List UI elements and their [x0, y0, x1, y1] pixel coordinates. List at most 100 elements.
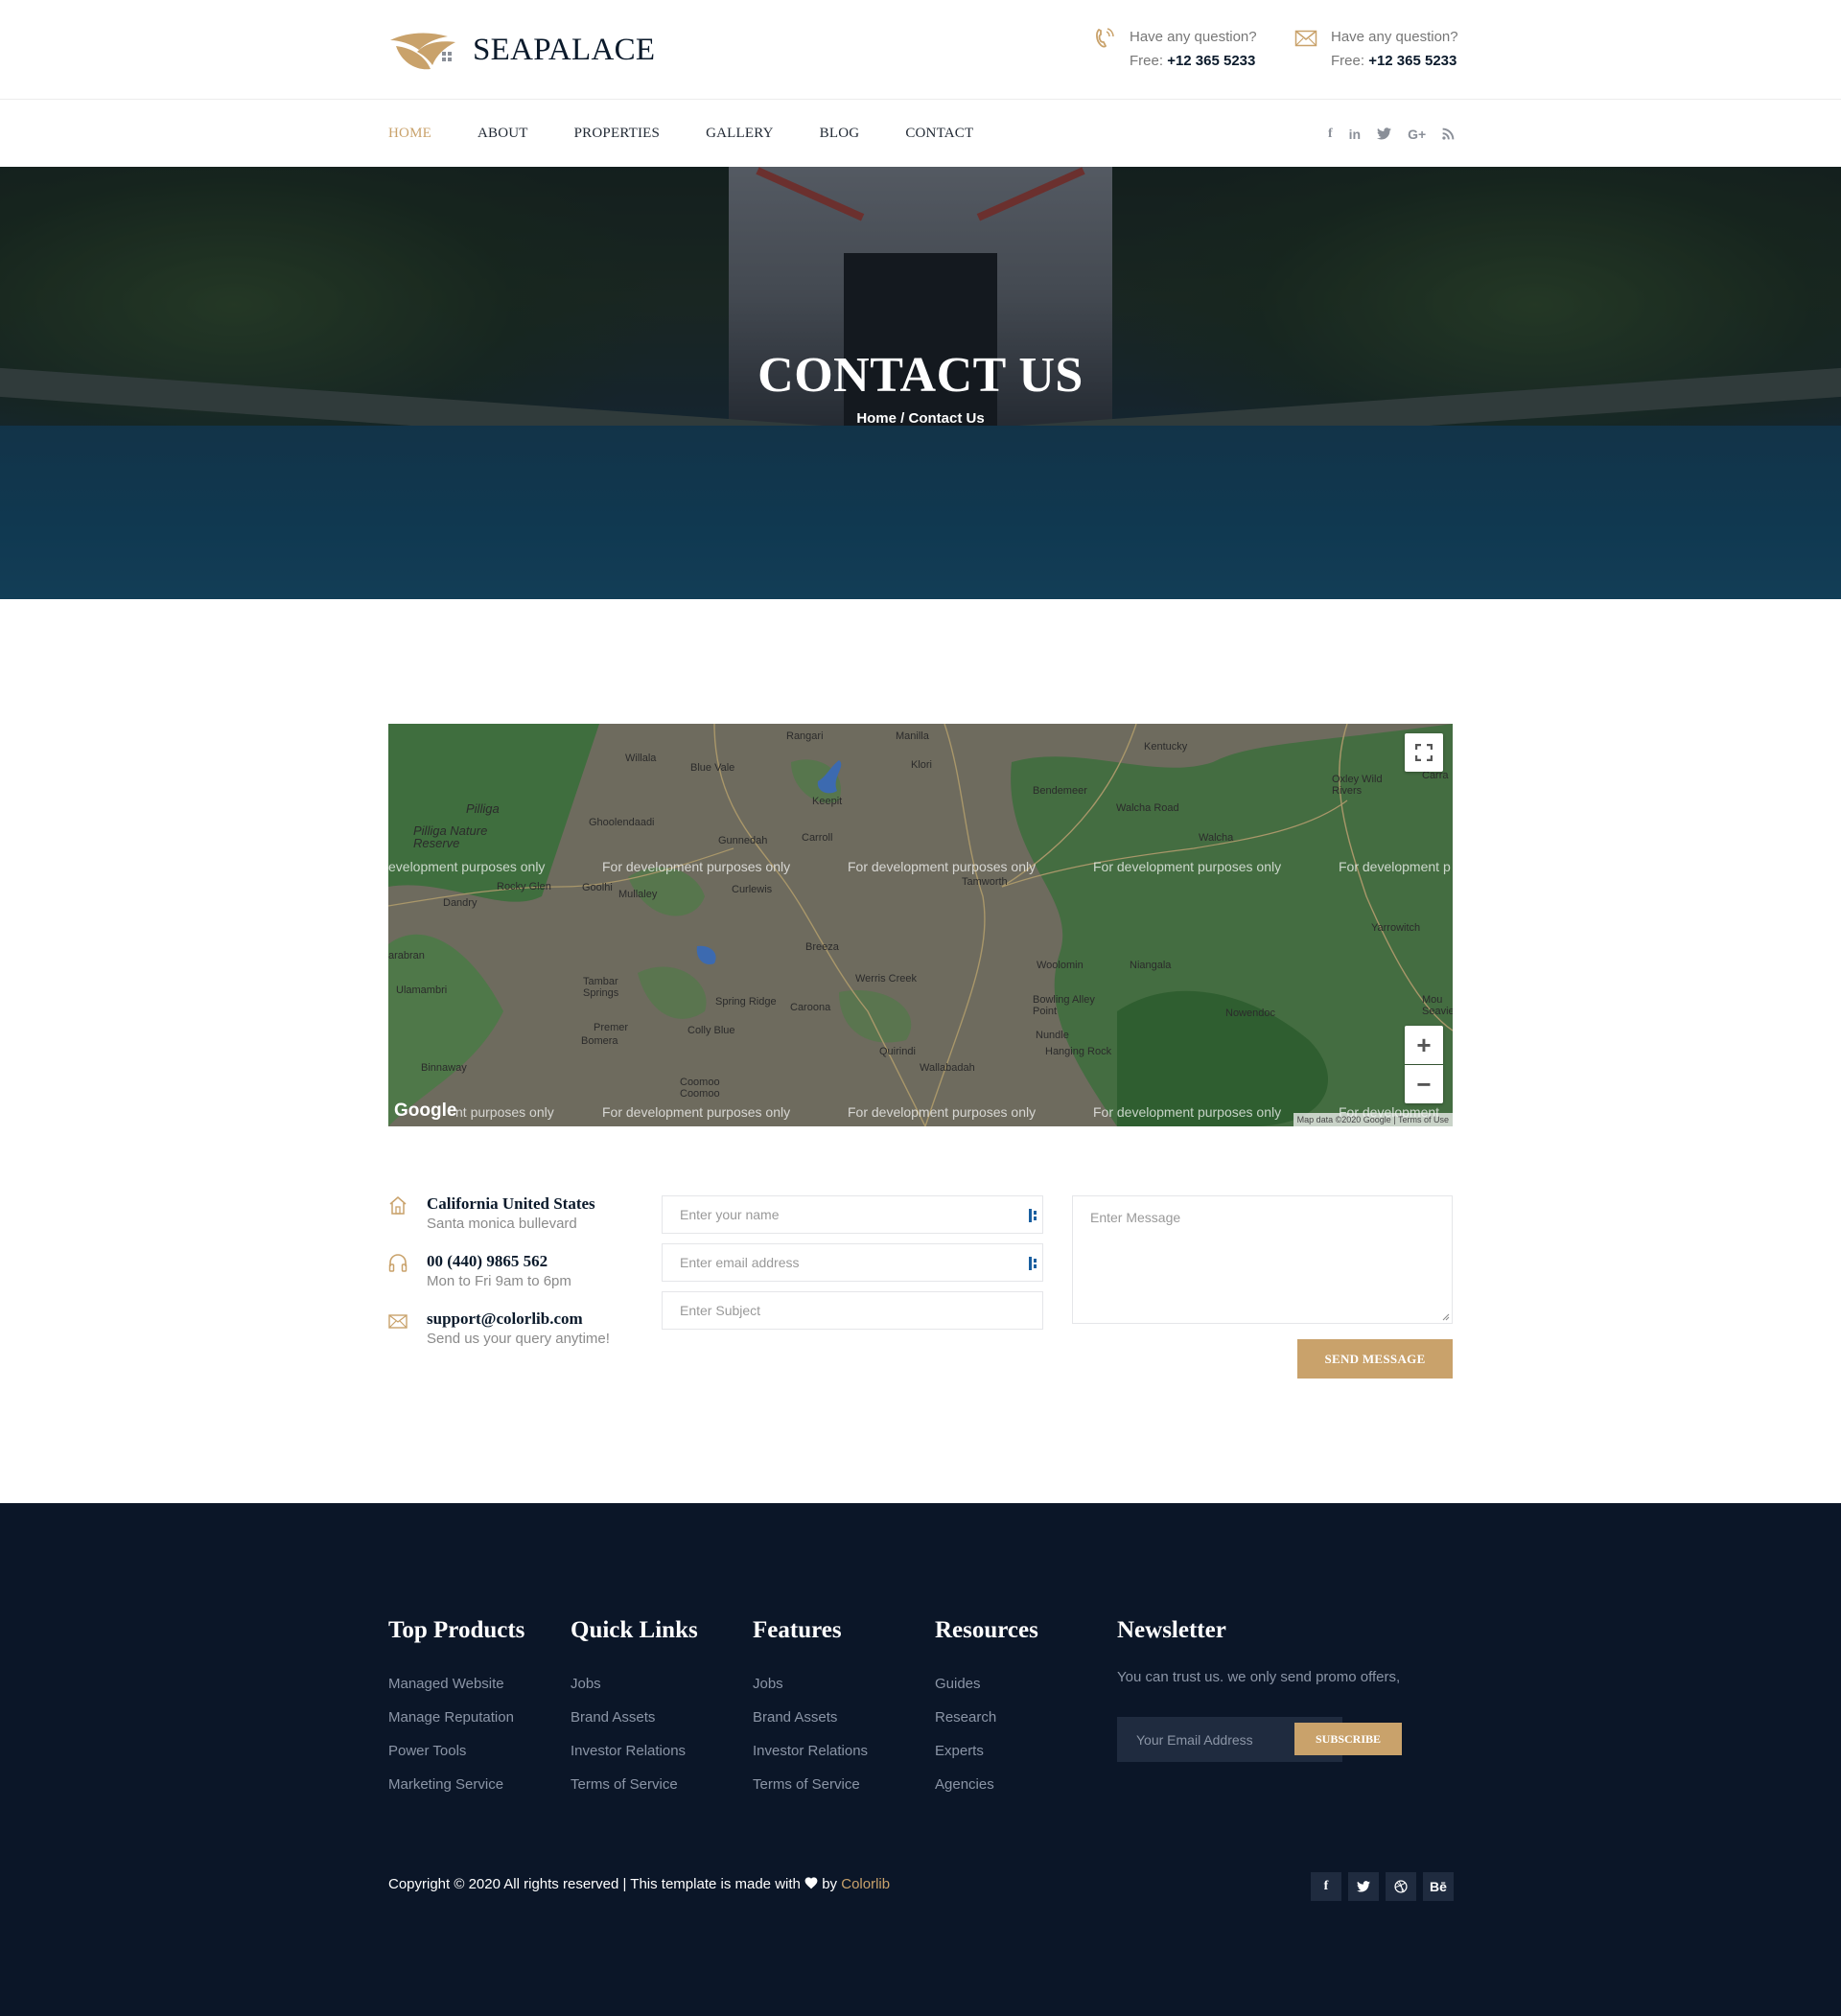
map-place-label: Kentucky	[1144, 741, 1188, 753]
map-place-label: Rangari	[786, 730, 824, 742]
footer-column-title: Newsletter	[1117, 1617, 1226, 1643]
nav-item-blog[interactable]: BLOG	[820, 126, 860, 142]
map-watermark: For development purposes only	[848, 859, 1037, 874]
map-place-label: Colly Blue	[687, 1025, 735, 1036]
facebook-icon: f	[1323, 1879, 1329, 1893]
linkedin-icon[interactable]: in	[1349, 127, 1361, 142]
google-plus-icon[interactable]: G+	[1408, 127, 1426, 142]
footer-link[interactable]: Experts	[935, 1734, 1038, 1768]
map-place-label: Ulamambri	[396, 985, 448, 996]
google-logo[interactable]: Google	[394, 1101, 456, 1122]
header-contact-number[interactable]: +12 365 5233	[1167, 53, 1255, 69]
contact-info-phone: 00 (440) 9865 562 Mon to Fri 9am to 6pm	[388, 1251, 571, 1291]
footer-link[interactable]: Manage Reputation	[388, 1701, 524, 1734]
footer-link[interactable]: Jobs	[571, 1667, 698, 1701]
name-input[interactable]: Enter your name	[662, 1195, 1043, 1234]
nav-item-properties[interactable]: PROPERTIES	[574, 126, 660, 142]
footer-column-title: Top Products	[388, 1617, 525, 1643]
map-place-label: Bowling Alley Point	[1033, 994, 1095, 1017]
newsletter-email-input[interactable]: Your Email Address	[1136, 1717, 1253, 1762]
footer-column-features: Features Jobs Brand Assets Investor Rela…	[753, 1617, 868, 1801]
map-place-label: Mullaley	[618, 889, 658, 900]
breadcrumb[interactable]: Home / Contact Us	[0, 410, 1841, 427]
nav-item-gallery[interactable]: GALLERY	[706, 126, 774, 142]
twitter-icon	[1357, 1881, 1370, 1892]
logo-text: SEAPALACE	[473, 32, 656, 67]
nav-item-contact[interactable]: CONTACT	[905, 126, 973, 142]
map-place-label: Bendemeer	[1033, 785, 1087, 797]
footer-link[interactable]: Research	[935, 1701, 1038, 1734]
autofill-key-icon[interactable]	[1029, 1209, 1038, 1222]
contact-info-sub: Send us your query anytime!	[427, 1331, 610, 1347]
top-header: SEAPALACE Have any question? Free: +12 3…	[0, 0, 1841, 100]
footer-link[interactable]: Brand Assets	[571, 1701, 698, 1734]
footer-link[interactable]: Investor Relations	[753, 1734, 868, 1768]
footer-behance-button[interactable]: Bē	[1423, 1872, 1454, 1901]
message-textarea[interactable]: Enter Message	[1072, 1195, 1453, 1324]
subscribe-button[interactable]: SUBSCRIBE	[1294, 1723, 1402, 1755]
colorlib-link[interactable]: Colorlib	[841, 1876, 890, 1892]
email-input[interactable]: Enter email address	[662, 1243, 1043, 1282]
subject-input[interactable]: Enter Subject	[662, 1291, 1043, 1330]
map-place-label: Yarrowitch	[1371, 922, 1421, 934]
map-place-label: arabran	[388, 950, 425, 962]
footer-link[interactable]: Jobs	[753, 1667, 868, 1701]
footer-link[interactable]: Brand Assets	[753, 1701, 868, 1734]
facebook-icon[interactable]: f	[1328, 127, 1333, 142]
footer-dribbble-button[interactable]	[1386, 1872, 1416, 1901]
nav-item-about[interactable]: ABOUT	[478, 126, 528, 142]
map-attribution[interactable]: Map data ©2020 Google | Terms of Use	[1293, 1113, 1453, 1126]
resize-grip-icon[interactable]	[1440, 1311, 1450, 1321]
map-place-label: Caroona	[790, 1002, 831, 1013]
map-zoom-out-button[interactable]: −	[1405, 1065, 1443, 1103]
footer-link[interactable]: Marketing Service	[388, 1768, 524, 1801]
footer-link[interactable]: Terms of Service	[571, 1768, 698, 1801]
contact-info-title[interactable]: 00 (440) 9865 562	[427, 1251, 571, 1272]
map-fullscreen-button[interactable]	[1405, 733, 1443, 772]
subject-input-placeholder: Enter Subject	[680, 1303, 761, 1318]
contact-info-address: California United States Santa monica bu…	[388, 1193, 595, 1234]
behance-icon: Bē	[1430, 1879, 1447, 1894]
autofill-key-icon[interactable]	[1029, 1257, 1038, 1270]
name-input-placeholder: Enter your name	[680, 1207, 780, 1222]
footer-facebook-button[interactable]: f	[1311, 1872, 1341, 1901]
header-contact-number[interactable]: +12 365 5233	[1368, 53, 1456, 69]
map-place-label: Pilliga	[466, 801, 500, 816]
google-map[interactable]: evelopment purposes only For development…	[388, 724, 1453, 1126]
fullscreen-icon	[1415, 744, 1433, 761]
map-watermark: For development purposes only	[602, 1104, 791, 1120]
header-contact-free-label: Free:	[1331, 53, 1365, 69]
nav-item-home[interactable]: HOME	[388, 126, 431, 142]
send-message-button[interactable]: SEND MESSAGE	[1297, 1339, 1453, 1379]
map-place-label: Manilla	[896, 730, 929, 742]
map-place-label: Ghoolendaadi	[589, 817, 655, 828]
nav-links: HOME ABOUT PROPERTIES GALLERY BLOG CONTA…	[388, 101, 1019, 167]
headphones-icon	[388, 1254, 408, 1272]
footer-column-title: Quick Links	[571, 1617, 698, 1643]
contact-info-title[interactable]: support@colorlib.com	[427, 1309, 610, 1330]
footer-link[interactable]: Terms of Service	[753, 1768, 868, 1801]
map-place-label: Tambar Springs	[583, 976, 619, 999]
map-place-label: Binnaway	[421, 1062, 467, 1074]
footer-link[interactable]: Power Tools	[388, 1734, 524, 1768]
map-watermark: For development purposes only	[1093, 1104, 1282, 1120]
footer-link[interactable]: Investor Relations	[571, 1734, 698, 1768]
map-zoom-in-button[interactable]: +	[1405, 1026, 1443, 1064]
map-place-label: Dandry	[443, 897, 478, 909]
footer-link[interactable]: Managed Website	[388, 1667, 524, 1701]
site-logo[interactable]: SEAPALACE	[388, 27, 655, 73]
map-place-label: Walcha	[1199, 832, 1234, 844]
map-place-label: Keepit	[812, 796, 843, 807]
map-watermark: evelopment purposes only	[388, 859, 546, 874]
copyright-text: Copyright © 2020 All rights reserved | T…	[388, 1876, 801, 1892]
twitter-icon[interactable]	[1377, 127, 1392, 140]
newsletter-text: You can trust us. we only send promo off…	[1117, 1669, 1401, 1685]
map-place-label: Carroll	[802, 832, 833, 844]
footer-twitter-button[interactable]	[1348, 1872, 1379, 1901]
map-place-label: Nundle	[1036, 1030, 1069, 1041]
nav-social: f in G+	[1328, 101, 1455, 167]
map-place-label: Rocky Glen	[497, 881, 551, 892]
footer-link[interactable]: Guides	[935, 1667, 1038, 1701]
rss-icon[interactable]	[1442, 127, 1455, 140]
footer-link[interactable]: Agencies	[935, 1768, 1038, 1801]
